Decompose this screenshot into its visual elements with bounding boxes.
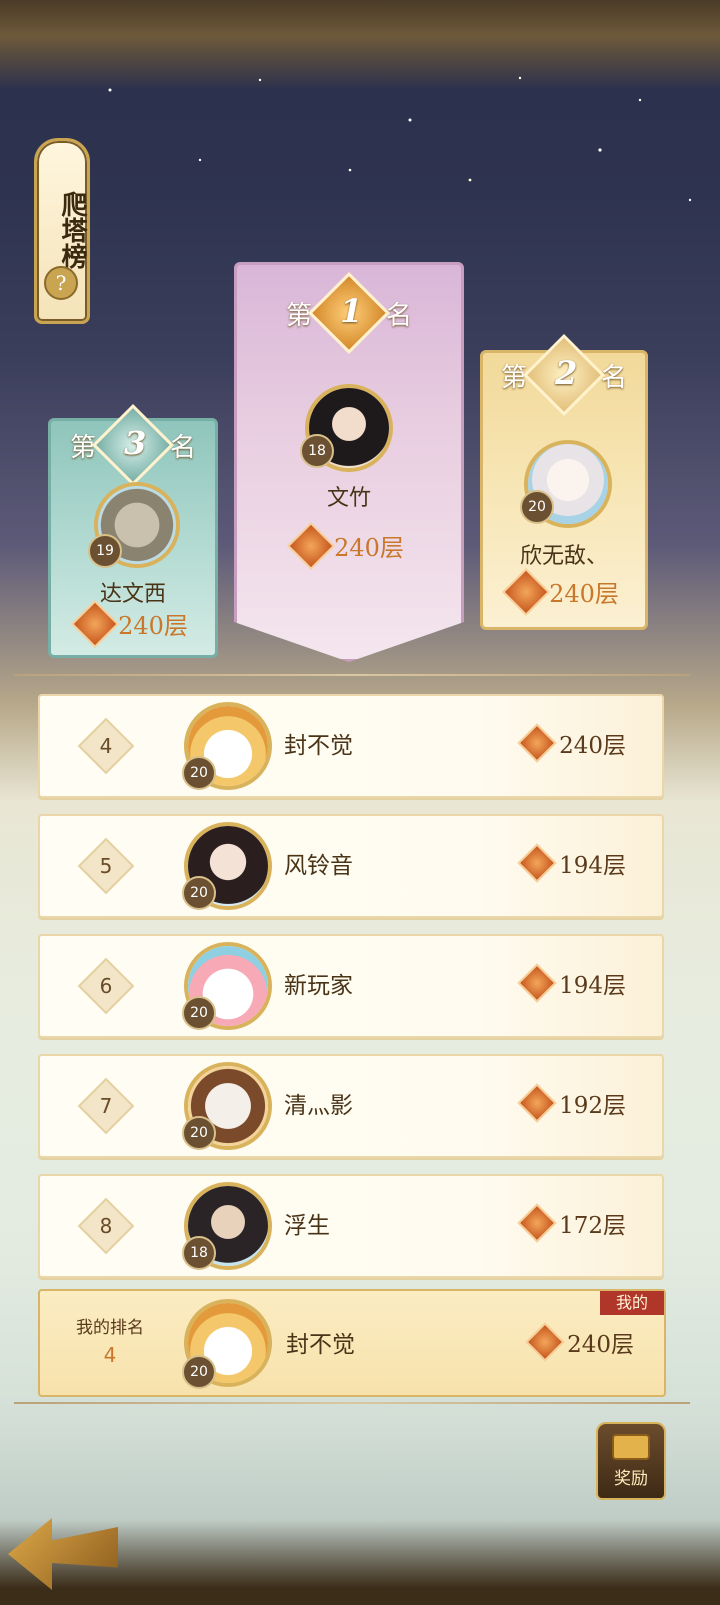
tower-icon — [517, 963, 557, 1003]
rank-badge-second: 2 — [522, 333, 606, 417]
floor-count: 192层 — [517, 1083, 626, 1123]
podium-second: 第 2 名 20 欣无敌、 240层 — [480, 333, 648, 630]
floor-count: 240层 — [517, 723, 626, 763]
level-badge: 20 — [182, 876, 216, 910]
player-name: 文竹 — [326, 486, 371, 511]
ranking-row[interactable]: 7 20 清灬影 192层 — [38, 1054, 664, 1158]
level-badge: 18 — [300, 434, 334, 468]
podium-third-rank-label: 第 3 名 — [48, 403, 218, 487]
ranking-row[interactable]: 8 18 浮生 172层 — [38, 1174, 664, 1278]
ranking-row[interactable]: 5 20 风铃音 194层 — [38, 814, 664, 918]
level-badge: 20 — [182, 1116, 216, 1150]
help-icon[interactable]: ? — [44, 266, 78, 300]
tower-icon — [517, 723, 557, 763]
reward-label: 奖励 — [614, 1469, 648, 1489]
tower-icon — [287, 521, 336, 570]
floor-count: 240层 — [525, 1322, 634, 1362]
level-badge: 20 — [182, 996, 216, 1030]
rank-number: 5 — [77, 837, 135, 895]
divider-top — [14, 674, 690, 676]
my-rank-label: 我的排名 — [76, 1318, 144, 1338]
podium-second-rank-label: 第 2 名 — [480, 333, 648, 417]
player-name: 封不觉 — [286, 1332, 355, 1358]
rank-number: 8 — [77, 1197, 135, 1255]
my-tag-badge: 我的 — [600, 1291, 664, 1315]
ranking-row[interactable]: 6 20 新玩家 194层 — [38, 934, 664, 1038]
floor-count: 240层 — [480, 567, 648, 616]
my-ranking-row[interactable]: 我的 我的排名 4 20 封不觉 240层 — [38, 1289, 666, 1397]
floor-count: 194层 — [517, 843, 626, 883]
player-name: 达文西 — [99, 582, 166, 607]
player-name: 欣无敌、 — [519, 544, 608, 569]
divider-bottom — [14, 1402, 690, 1404]
tower-icon — [517, 1203, 557, 1243]
floor-count: 194层 — [517, 963, 626, 1003]
level-badge: 18 — [182, 1236, 216, 1270]
level-badge: 20 — [182, 756, 216, 790]
player-name: 清灬影 — [284, 1093, 353, 1119]
tower-icon — [502, 567, 551, 616]
tower-icon — [517, 1083, 557, 1123]
rank-number: 4 — [77, 717, 135, 775]
floor-count: 240层 — [234, 521, 464, 570]
floor-count: 172层 — [517, 1203, 626, 1243]
podium-first: 第 1 名 18 文竹 240层 — [234, 262, 464, 662]
my-rank-number: 4 — [103, 1343, 117, 1367]
tower-icon — [517, 843, 557, 883]
podium-first-rank-label: 第 1 名 — [234, 271, 464, 355]
level-badge: 20 — [520, 490, 554, 524]
level-badge: 20 — [182, 1355, 216, 1389]
reward-button[interactable]: 奖励 — [596, 1422, 666, 1500]
rank-number: 7 — [77, 1077, 135, 1135]
chest-icon — [612, 1434, 650, 1460]
podium-third: 第 3 名 19 达文西 240层 — [48, 403, 218, 658]
ranking-row[interactable]: 4 20 封不觉 240层 — [38, 694, 664, 798]
player-name: 封不觉 — [284, 733, 353, 759]
rank-badge-third: 3 — [91, 403, 175, 487]
floor-count: 240层 — [48, 599, 218, 648]
player-name: 新玩家 — [284, 973, 353, 999]
level-badge: 19 — [88, 534, 122, 568]
rank-badge-first: 1 — [307, 271, 391, 355]
tower-icon — [525, 1322, 565, 1362]
rank-number: 6 — [77, 957, 135, 1015]
tower-icon — [71, 599, 120, 648]
player-name: 浮生 — [284, 1213, 330, 1239]
player-name: 风铃音 — [284, 853, 353, 879]
